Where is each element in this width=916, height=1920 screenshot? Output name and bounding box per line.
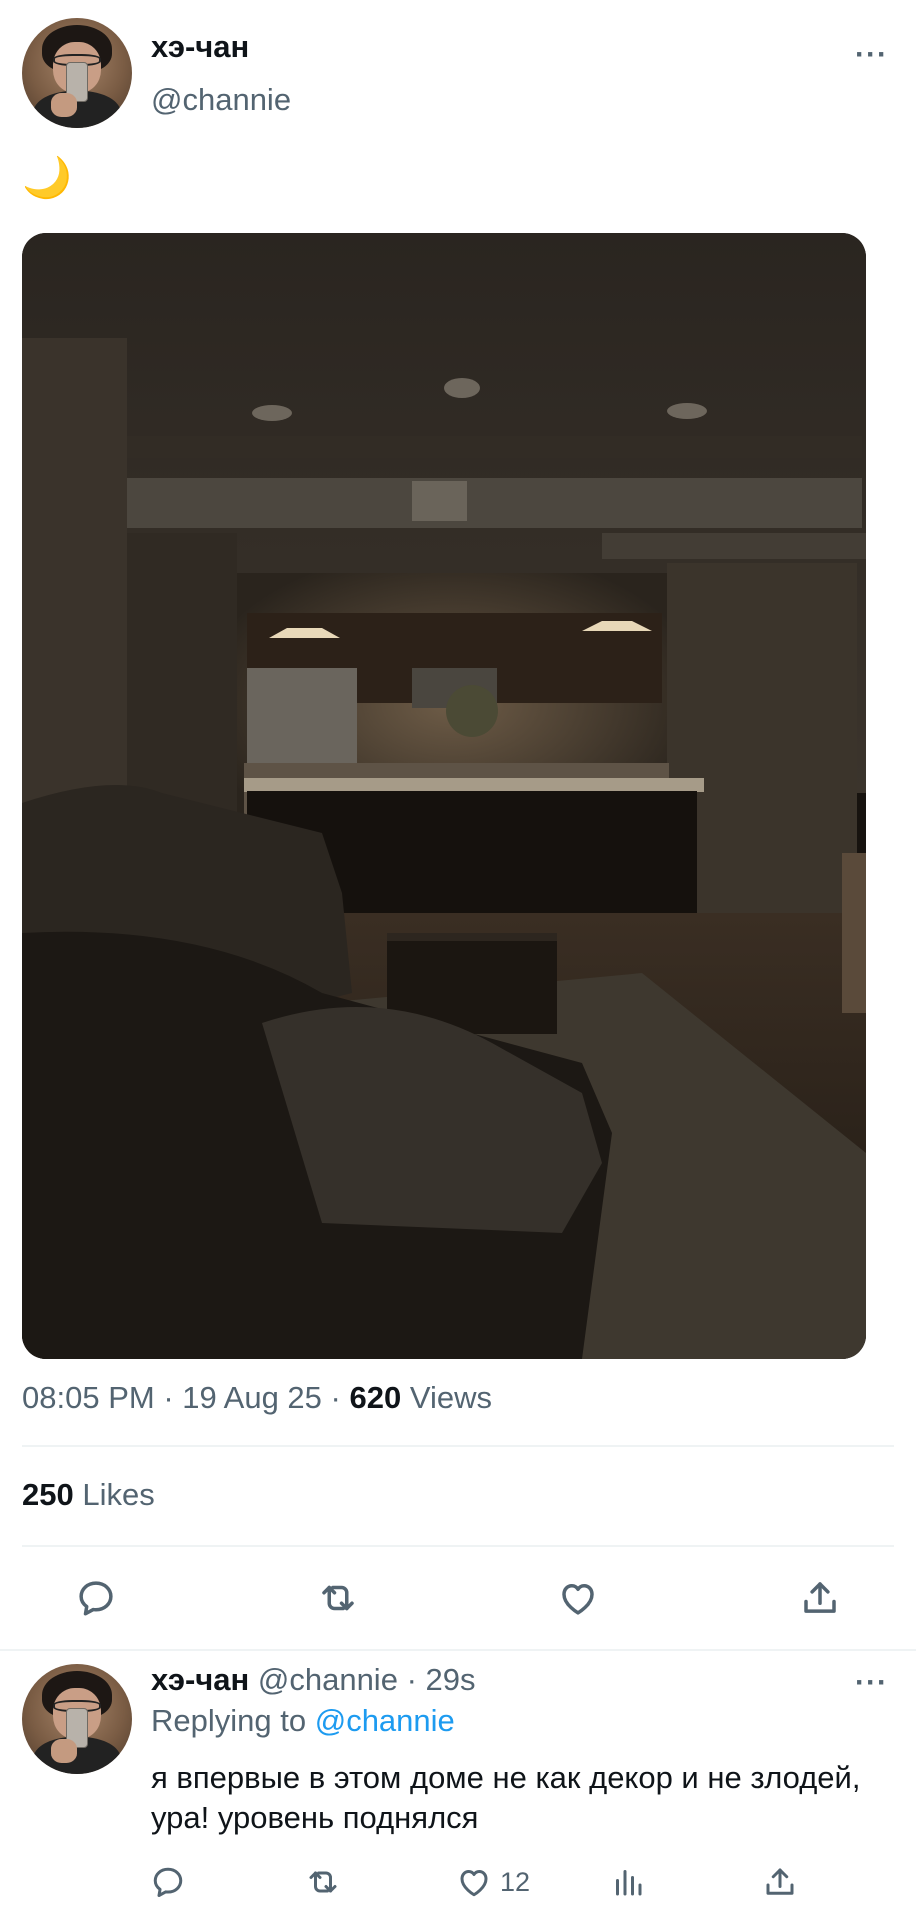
likes-count: 250 [22, 1477, 74, 1512]
more-icon[interactable]: ··· [855, 40, 888, 70]
heart-icon [460, 1870, 488, 1897]
retweet-icon [309, 1871, 337, 1893]
more-icon[interactable]: ··· [855, 1668, 888, 1698]
author-name[interactable]: хэ-чан [151, 29, 249, 65]
reply-views-button[interactable] [610, 1858, 646, 1906]
replying-label: Replying to [151, 1703, 307, 1738]
replying-handle-link[interactable]: @channie [315, 1703, 455, 1738]
reply-author-avatar[interactable] [22, 1664, 132, 1774]
likes-label: Likes [82, 1477, 155, 1512]
share-icon [804, 1582, 836, 1613]
like-button[interactable] [550, 1570, 606, 1626]
likes-summary[interactable]: 250 Likes [22, 1477, 155, 1513]
reply-icon [153, 1867, 183, 1897]
living-room-photo [22, 233, 866, 1359]
author-avatar[interactable] [22, 18, 132, 128]
share-icon [766, 1868, 794, 1895]
divider [22, 1445, 894, 1447]
views-count[interactable]: 620 [349, 1380, 401, 1415]
meta-separator: · [406, 1662, 426, 1697]
views-icon [616, 1870, 642, 1896]
reply-text: я впервые в этом доме не как декор и не … [151, 1760, 861, 1835]
divider [22, 1545, 894, 1547]
tweet-date[interactable]: 19 Aug 25 [182, 1380, 322, 1415]
reply-share-button[interactable] [762, 1858, 798, 1906]
meta-separator: · [330, 1380, 350, 1415]
retweet-button[interactable] [310, 1570, 366, 1626]
share-button[interactable] [792, 1570, 848, 1626]
reply-author-handle[interactable]: @channie [258, 1662, 398, 1697]
tweet-time[interactable]: 08:05 PM [22, 1380, 155, 1415]
reply-reply-button[interactable] [150, 1858, 186, 1906]
reply-icon [79, 1581, 113, 1616]
replying-to: Replying to @channie [151, 1703, 455, 1739]
reply-button[interactable] [68, 1570, 124, 1626]
author-handle[interactable]: @channie [151, 82, 291, 118]
meta-separator: · [163, 1380, 183, 1415]
tweet-text: 🌙 [22, 156, 72, 200]
reply-author-name[interactable]: хэ-чан [151, 1662, 249, 1697]
retweet-icon [322, 1585, 354, 1611]
reply-like-count: 12 [500, 1866, 531, 1897]
reply-header: хэ-чан @channie · 29s [151, 1662, 475, 1698]
views-label: Views [409, 1380, 492, 1415]
heart-icon [562, 1584, 594, 1615]
divider [0, 1649, 916, 1651]
tweet-meta: 08:05 PM · 19 Aug 25 · 620 Views [22, 1380, 492, 1416]
reply-like-button[interactable]: 12 [456, 1858, 530, 1906]
reply-retweet-button[interactable] [305, 1858, 341, 1906]
tweet-photo[interactable] [22, 233, 866, 1359]
reply-age[interactable]: 29s [426, 1662, 476, 1697]
